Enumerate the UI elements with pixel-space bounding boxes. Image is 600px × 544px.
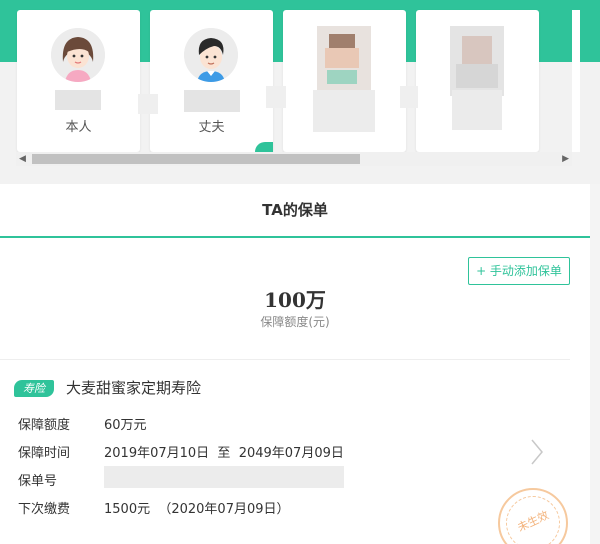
blurred-name bbox=[452, 90, 502, 130]
blurred-policy-number bbox=[104, 466, 344, 488]
member-label: 本人 bbox=[65, 120, 92, 135]
blurred-avatar bbox=[325, 48, 359, 68]
total-coverage-label: 保障额度(元) bbox=[260, 315, 330, 329]
policy-type-badge: 寿险 bbox=[14, 380, 54, 397]
add-policy-button[interactable]: + 手动添加保单 bbox=[468, 257, 570, 285]
blurred-name bbox=[55, 90, 101, 110]
section-title: TA的保单 bbox=[0, 184, 590, 238]
row-key: 保障时间 bbox=[18, 446, 71, 461]
member-label: 丈夫 bbox=[198, 120, 225, 135]
row-key: 保单号 bbox=[18, 474, 58, 489]
blurred-name bbox=[400, 86, 418, 108]
vertical-scrollbar[interactable] bbox=[590, 184, 600, 544]
policy-row-next-payment: 下次缴费 1500元 （2020年07月09日） bbox=[18, 498, 290, 517]
male-avatar-icon bbox=[184, 28, 238, 82]
blurred-avatar bbox=[462, 36, 492, 64]
blurred-name bbox=[184, 90, 240, 112]
policy-row-coverage: 保障额度 60万元 bbox=[18, 414, 147, 433]
row-value: 1500元 （2020年07月09日） bbox=[104, 502, 290, 517]
row-value: 2019年07月10日 至 2049年07月09日 bbox=[104, 446, 344, 461]
blurred-avatar bbox=[329, 34, 355, 48]
scroll-right-icon[interactable]: ▶ bbox=[562, 154, 569, 164]
policy-row-period: 保障时间 2019年07月10日 至 2049年07月09日 bbox=[18, 442, 344, 461]
row-key: 保障额度 bbox=[18, 418, 71, 433]
selected-check-icon bbox=[255, 142, 273, 152]
member-card-husband[interactable]: 丈夫 bbox=[150, 10, 273, 152]
row-key: 下次缴费 bbox=[18, 502, 71, 517]
blurred-name bbox=[313, 90, 375, 132]
blurred-name bbox=[266, 86, 286, 108]
scroll-left-icon[interactable]: ◀ bbox=[19, 154, 26, 164]
blurred-name bbox=[138, 94, 158, 114]
member-card-4[interactable] bbox=[416, 10, 539, 152]
chevron-right-icon[interactable] bbox=[530, 438, 544, 466]
member-card-3[interactable] bbox=[283, 10, 406, 152]
header-band-right bbox=[580, 0, 600, 62]
policy-row-number: 保单号 bbox=[18, 470, 104, 489]
female-avatar-icon bbox=[51, 28, 105, 82]
scrollbar-thumb[interactable] bbox=[32, 154, 360, 164]
total-coverage: 100万 bbox=[264, 288, 326, 312]
row-value: 60万元 bbox=[104, 418, 147, 433]
blurred-avatar bbox=[456, 64, 498, 88]
blurred-avatar bbox=[327, 70, 357, 84]
horizontal-scrollbar[interactable]: ◀ ▶ bbox=[16, 152, 572, 166]
policy-name: 大麦甜蜜家定期寿险 bbox=[66, 379, 202, 397]
partial-card[interactable] bbox=[572, 10, 580, 152]
member-card-self[interactable]: 本人 bbox=[17, 10, 140, 152]
